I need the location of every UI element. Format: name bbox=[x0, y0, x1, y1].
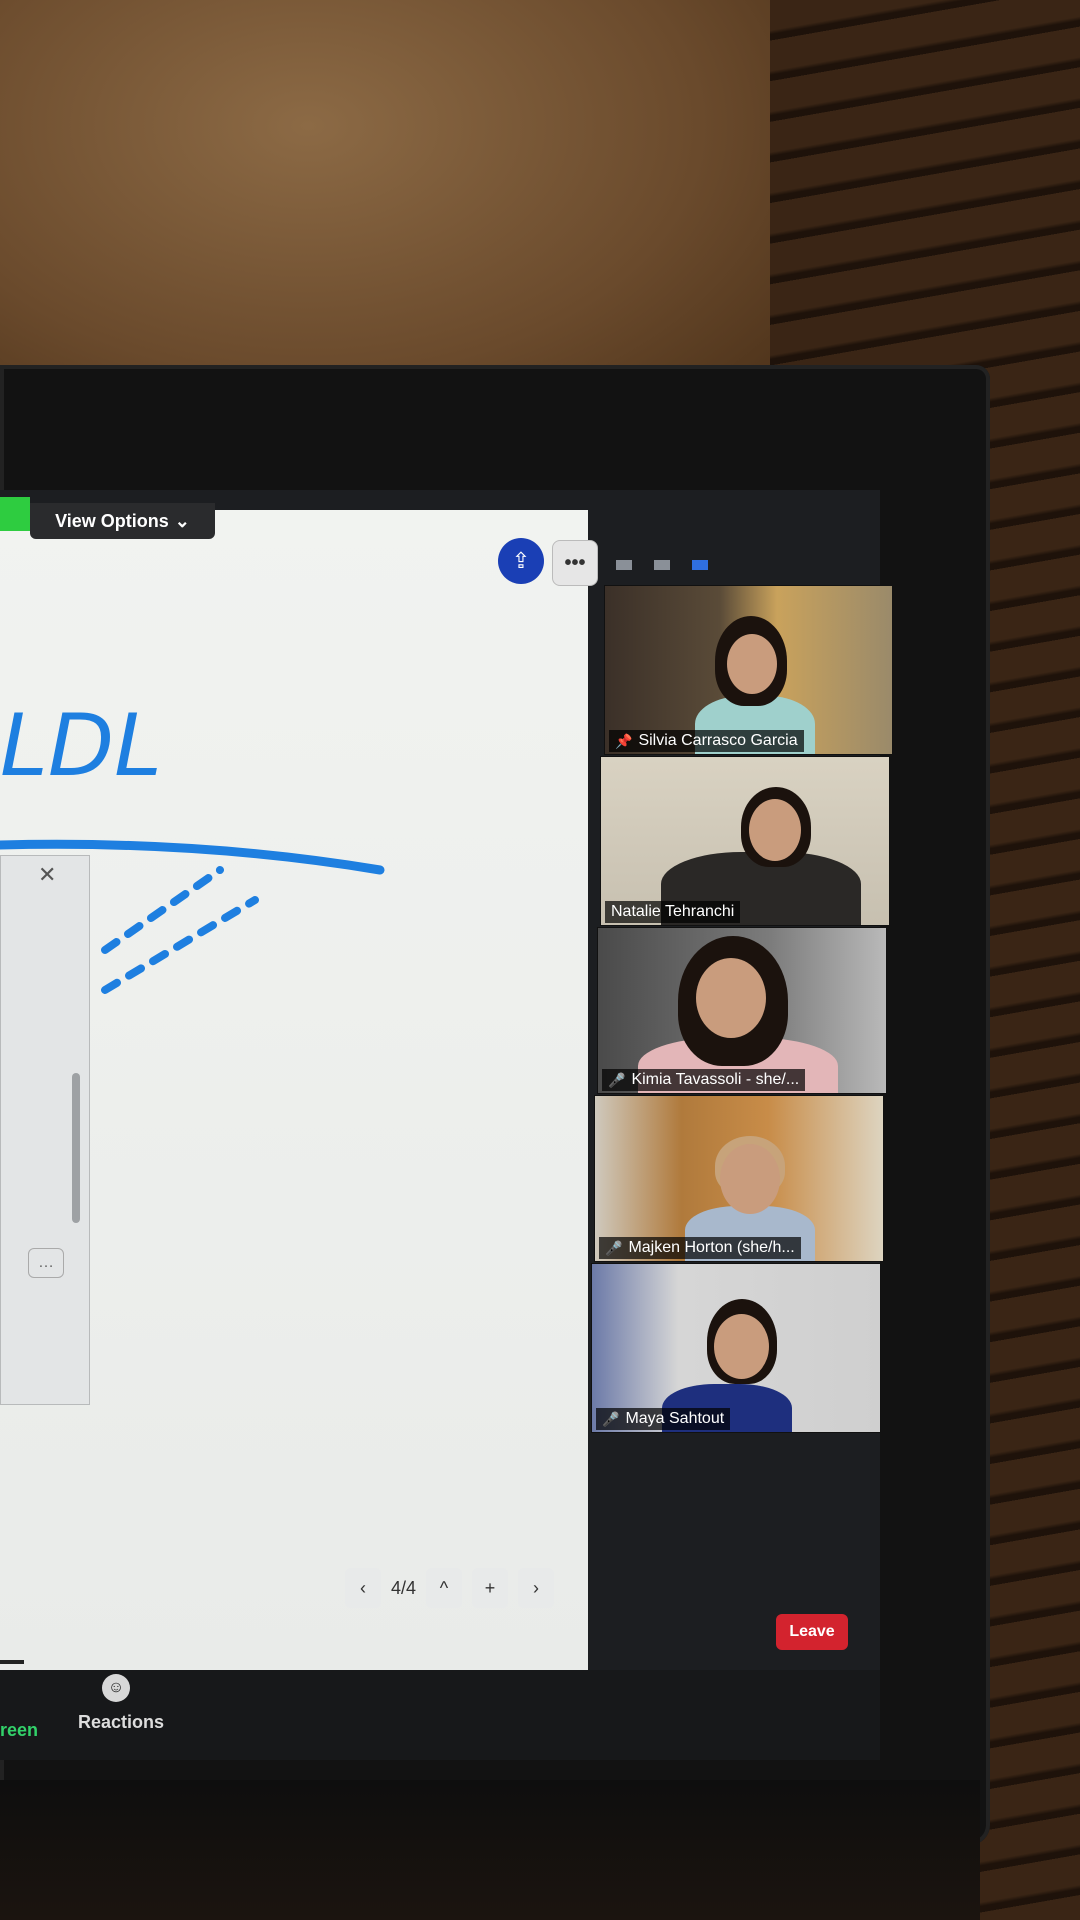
participant-tile[interactable]: 🎤 Kimia Tavassoli - she/... bbox=[597, 927, 887, 1094]
chevron-up-icon[interactable]: ^ bbox=[426, 1568, 463, 1608]
gallery-view-controls bbox=[600, 550, 906, 580]
divider bbox=[0, 1660, 24, 1664]
reactions-icon[interactable]: ☺ bbox=[102, 1674, 130, 1702]
ink-dashed-line-2 bbox=[101, 896, 259, 994]
speaker-view-icon[interactable] bbox=[616, 560, 632, 570]
leave-button[interactable]: Leave bbox=[776, 1614, 848, 1650]
participant-tile[interactable]: 📌 Silvia Carrasco Garcia bbox=[604, 585, 893, 755]
ink-dashed-line-1 bbox=[101, 866, 224, 954]
view-options-label: View Options bbox=[55, 510, 169, 531]
participant-name-tag: 🎤 Majken Horton (she/h... bbox=[599, 1237, 801, 1259]
participant-name-tag: 📌 Silvia Carrasco Garcia bbox=[609, 730, 804, 752]
page-navigation: ‹ 4/4 ^ + › bbox=[345, 1566, 585, 1610]
panel-scrollbar[interactable] bbox=[72, 1073, 80, 1223]
next-page-button[interactable]: › bbox=[518, 1568, 555, 1608]
mic-muted-icon: 🎤 bbox=[605, 1239, 623, 1256]
mic-muted-icon: 🎤 bbox=[602, 1410, 620, 1427]
more-options-button[interactable]: ••• bbox=[552, 540, 598, 586]
chevron-down-icon: ⌄ bbox=[174, 510, 190, 531]
pin-icon: 📌 bbox=[615, 732, 633, 749]
participant-name-tag: 🎤 Kimia Tavassoli - she/... bbox=[602, 1069, 806, 1091]
share-icon[interactable]: ⇪ bbox=[498, 538, 544, 584]
share-indicator bbox=[0, 497, 30, 531]
previous-page-button[interactable]: ‹ bbox=[345, 1568, 381, 1608]
panel-more-button[interactable]: … bbox=[28, 1248, 64, 1278]
participant-name-tag: 🎤 Maya Sahtout bbox=[596, 1408, 731, 1430]
close-icon[interactable]: ✕ bbox=[38, 862, 56, 888]
background-wall bbox=[0, 0, 770, 420]
handwriting-ldl: LDL bbox=[0, 696, 162, 796]
gallery-view-icon[interactable] bbox=[654, 560, 670, 570]
page-indicator: 4/4 bbox=[391, 1577, 417, 1598]
participant-tile[interactable]: Natalie Tehranchi bbox=[600, 756, 890, 926]
grid-view-icon[interactable] bbox=[692, 560, 708, 570]
reactions-button[interactable]: Reactions bbox=[78, 1712, 164, 1733]
share-screen-button[interactable]: reen bbox=[0, 1720, 38, 1741]
participant-tile[interactable]: 🎤 Majken Horton (she/h... bbox=[594, 1095, 884, 1262]
add-page-button[interactable]: + bbox=[472, 1568, 509, 1608]
view-options-button[interactable]: View Options ⌄ bbox=[30, 503, 215, 539]
mic-muted-icon: 🎤 bbox=[608, 1071, 626, 1088]
participant-name-tag: Natalie Tehranchi bbox=[605, 901, 741, 923]
participant-tile[interactable]: 🎤 Maya Sahtout bbox=[591, 1263, 881, 1433]
monitor-base bbox=[0, 1780, 980, 1920]
